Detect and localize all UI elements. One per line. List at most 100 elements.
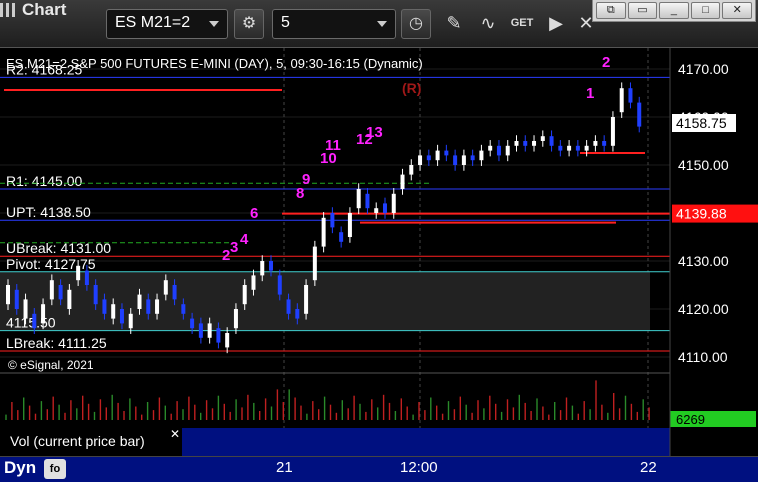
price-bar xyxy=(260,261,265,276)
price-bar xyxy=(128,313,133,329)
level-label: R1: 4145.00 xyxy=(6,173,82,189)
price-bar xyxy=(137,294,142,309)
y-tick-label: 4130.00 xyxy=(678,253,729,269)
chart-toolbar: Chart ES M21=2 ⚙ 5 ◷ ✎ ∿ GET ▶ ✕ ⧉ ▭ _ □… xyxy=(0,0,758,48)
stop-price-label: 4139.88 xyxy=(676,206,727,222)
price-bar xyxy=(207,323,212,338)
price-bar xyxy=(41,304,46,324)
price-bar xyxy=(119,309,124,324)
price-bar xyxy=(102,299,107,314)
price-bar xyxy=(540,136,545,141)
x-tick-label: 21 xyxy=(276,459,293,476)
price-bar xyxy=(198,323,203,338)
close-indicator-icon[interactable]: ✕ xyxy=(170,427,180,441)
interval-value: 5 xyxy=(281,14,290,31)
window-close-icon[interactable]: ✕ xyxy=(722,2,752,19)
price-bar xyxy=(400,174,405,189)
price-bar xyxy=(461,155,466,165)
clock-icon[interactable]: ◷ xyxy=(401,9,431,39)
chevron-down-icon[interactable] xyxy=(377,21,387,27)
y-tick-label: 4110.00 xyxy=(678,349,728,365)
maximize-icon[interactable]: □ xyxy=(690,2,721,19)
price-bar xyxy=(593,141,598,146)
study-icon[interactable]: ∿ xyxy=(474,9,502,37)
price-bar xyxy=(6,285,10,305)
price-bar xyxy=(14,289,19,309)
bar-counter: 11 xyxy=(325,137,341,154)
price-bar xyxy=(216,328,221,343)
price-bar xyxy=(382,203,387,213)
get-data-button[interactable]: GET xyxy=(508,9,536,37)
volume-indicator-label: Vol (current price bar) xyxy=(10,433,145,449)
level-label: 4115.50 xyxy=(6,315,56,331)
price-bar xyxy=(365,193,370,209)
price-bar xyxy=(67,289,72,309)
gear-icon[interactable]: ⚙ xyxy=(234,9,264,39)
price-bar xyxy=(532,141,537,146)
bar-counter: 4 xyxy=(240,231,249,248)
price-bar xyxy=(356,189,361,209)
price-bar xyxy=(409,165,414,175)
level-label: UPT: 4138.50 xyxy=(6,204,91,220)
price-bar xyxy=(374,208,379,213)
price-bar xyxy=(619,88,624,113)
price-bar xyxy=(330,213,335,228)
price-bar xyxy=(58,285,63,300)
chart-bars-icon xyxy=(0,3,18,17)
chart-background xyxy=(0,48,758,456)
get-label: GET xyxy=(510,17,534,29)
price-bar xyxy=(172,285,177,300)
settings-lock-icon[interactable]: fo xyxy=(44,459,66,479)
chart-header: ES M21=2 S&P 500 FUTURES E-MINI (DAY), 5… xyxy=(6,56,423,71)
copyright: © eSignal, 2021 xyxy=(8,358,94,372)
divider xyxy=(0,456,758,457)
price-bar xyxy=(426,155,431,161)
chevron-down-icon[interactable] xyxy=(209,21,219,27)
price-bar xyxy=(339,232,344,242)
y-tick-label: 4120.00 xyxy=(678,301,729,317)
restore-icon[interactable]: ⧉ xyxy=(596,2,626,19)
price-bar xyxy=(558,145,563,151)
pencil-icon[interactable]: ✎ xyxy=(440,9,468,37)
current-price-label: 4158.75 xyxy=(676,115,727,131)
price-bar xyxy=(637,102,642,127)
symbol-input[interactable]: ES M21=2 xyxy=(106,9,228,39)
price-bar xyxy=(295,309,300,319)
price-bar xyxy=(418,155,423,165)
price-bar xyxy=(286,299,291,314)
price-bar xyxy=(304,285,309,314)
dyn-label: Dyn xyxy=(4,458,37,477)
price-chart[interactable]: R2: 4168.25R1: 4145.00UPT: 4138.50UBreak… xyxy=(0,48,758,456)
minimize-icon[interactable]: _ xyxy=(659,2,689,19)
price-bar xyxy=(610,117,615,146)
price-bar xyxy=(49,280,54,300)
price-bar xyxy=(602,141,607,146)
price-bar xyxy=(496,145,501,156)
price-bar xyxy=(111,304,116,319)
tile-icon[interactable]: ▭ xyxy=(627,2,658,19)
bar-counter: 6 xyxy=(250,205,258,222)
bar-counter: 3 xyxy=(230,239,238,256)
price-bar xyxy=(505,145,510,156)
price-bar xyxy=(233,309,238,329)
price-bar xyxy=(76,265,81,281)
interval-input[interactable]: 5 xyxy=(272,9,396,39)
price-bar xyxy=(84,270,89,285)
price-bar xyxy=(549,136,554,146)
price-bar xyxy=(435,150,440,161)
price-bar xyxy=(567,145,572,151)
level-label: Pivot: 4127.75 xyxy=(6,256,96,272)
y-tick-label: 4170.00 xyxy=(678,61,729,77)
play-icon[interactable]: ▶ xyxy=(542,9,570,37)
x-tick-label: 22 xyxy=(640,459,657,476)
bar-counter: 2 xyxy=(616,48,624,52)
price-bar xyxy=(523,141,528,146)
r-marker: (R) xyxy=(402,80,421,96)
price-bar xyxy=(628,88,633,103)
price-bar xyxy=(181,304,186,314)
y-tick-label: 4150.00 xyxy=(678,157,729,173)
price-bar xyxy=(242,285,247,305)
price-bar xyxy=(155,299,160,314)
price-bar xyxy=(453,155,458,165)
price-bar xyxy=(575,145,580,151)
